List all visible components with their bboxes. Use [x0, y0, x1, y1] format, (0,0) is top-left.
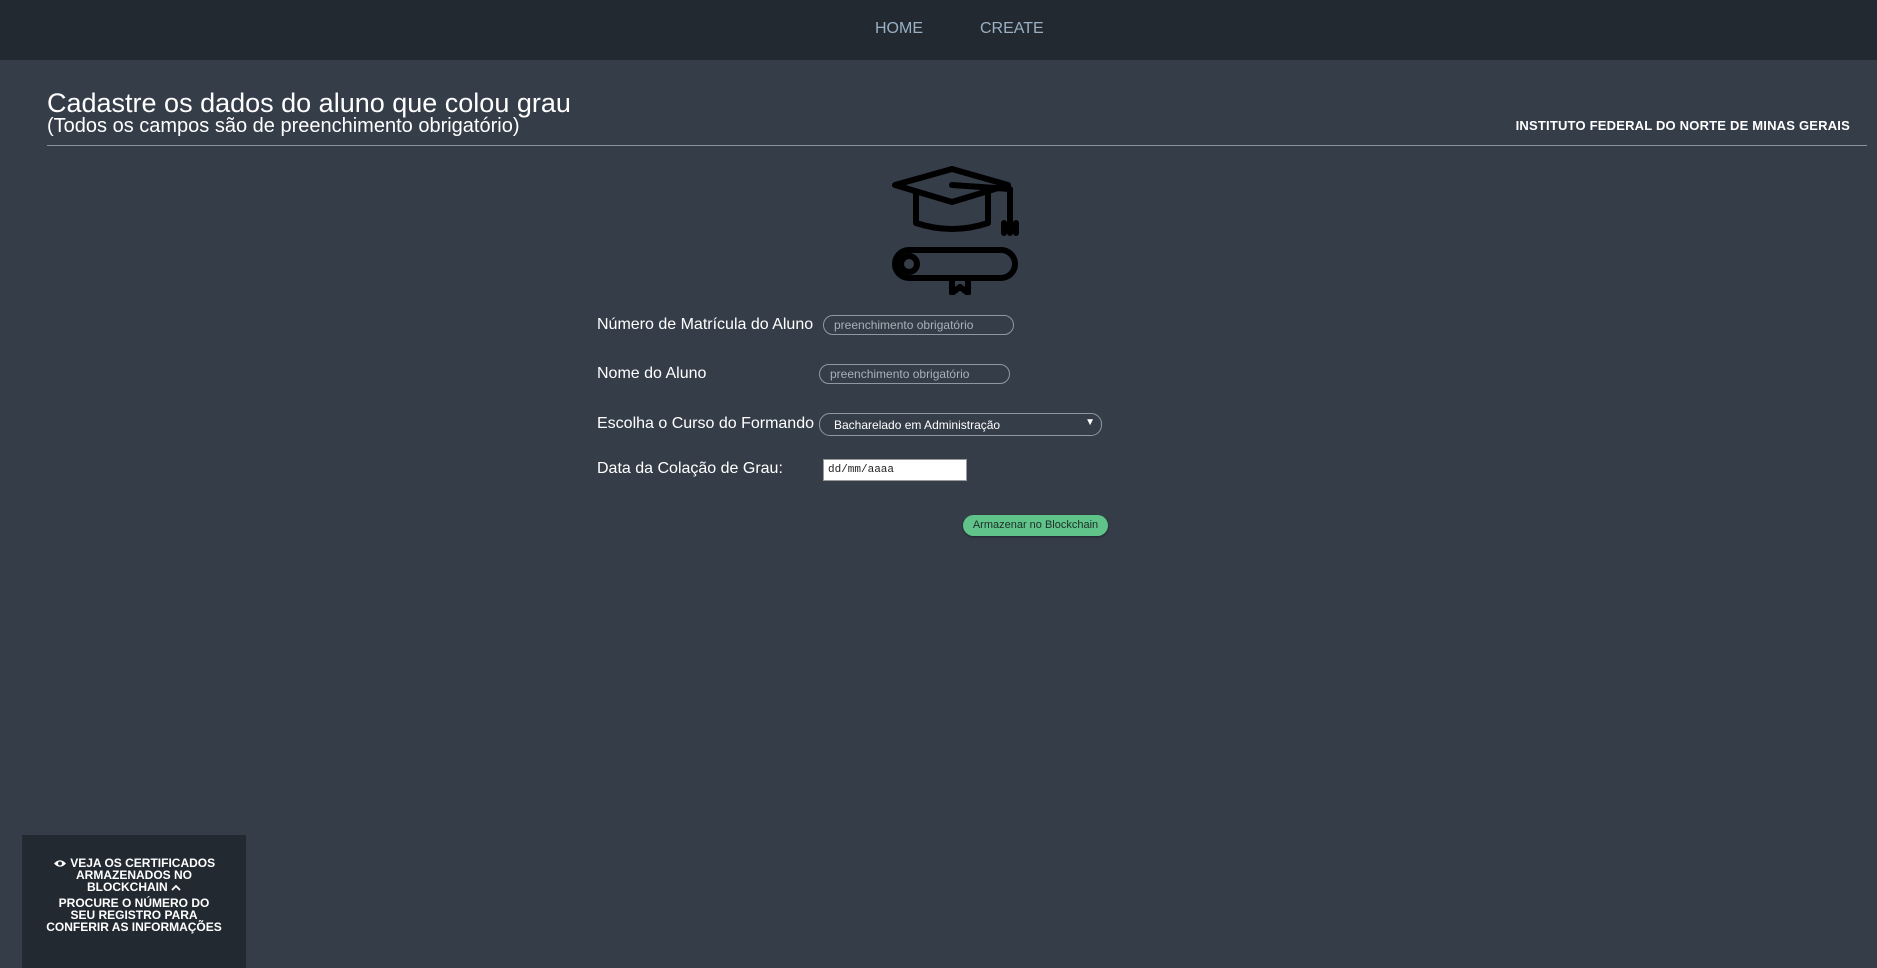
nav-home-link[interactable]: HOME	[875, 20, 923, 38]
graduation-date-input[interactable]: dd/mm/aaaa	[823, 459, 967, 481]
course-select[interactable]: Bacharelado em Administração ▼	[819, 413, 1102, 436]
nav-create-link[interactable]: CREATE	[980, 20, 1044, 38]
course-selected-value: Bacharelado em Administração	[834, 418, 1001, 432]
registration-label: Número de Matrícula do Aluno	[597, 316, 814, 333]
header-divider	[47, 145, 1867, 146]
search-registration-hint: PROCURE O NÚMERO DO SEU REGISTRO PARA CO…	[46, 896, 222, 934]
institution-name: INSTITUTO FEDERAL DO NORTE DE MINAS GERA…	[1515, 118, 1850, 133]
course-label: Escolha o Curso do Formando	[597, 415, 814, 432]
certificates-side-panel: VEJA OS CERTIFICADOS ARMAZENADOS NO BLOC…	[22, 835, 246, 968]
student-name-label: Nome do Aluno	[597, 365, 707, 382]
registration-input[interactable]	[823, 315, 1014, 335]
top-nav-bar: HOME CREATE	[0, 0, 1877, 60]
chevron-up-icon	[171, 884, 181, 891]
store-blockchain-button[interactable]: Armazenar no Blockchain	[963, 515, 1108, 536]
eye-icon	[53, 860, 66, 868]
student-name-input[interactable]	[819, 364, 1010, 384]
view-certificates-toggle[interactable]: VEJA OS CERTIFICADOS ARMAZENADOS NO BLOC…	[46, 857, 222, 893]
dropdown-arrow-icon: ▼	[1085, 417, 1095, 428]
graduation-cap-diploma-icon	[892, 166, 1019, 295]
view-certificates-label: VEJA OS CERTIFICADOS ARMAZENADOS NO BLOC…	[70, 856, 216, 894]
graduation-date-label: Data da Colação de Grau:	[597, 460, 783, 477]
page-subtitle: (Todos os campos são de preenchimento ob…	[47, 115, 520, 137]
page-title: Cadastre os dados do aluno que colou gra…	[47, 88, 571, 118]
